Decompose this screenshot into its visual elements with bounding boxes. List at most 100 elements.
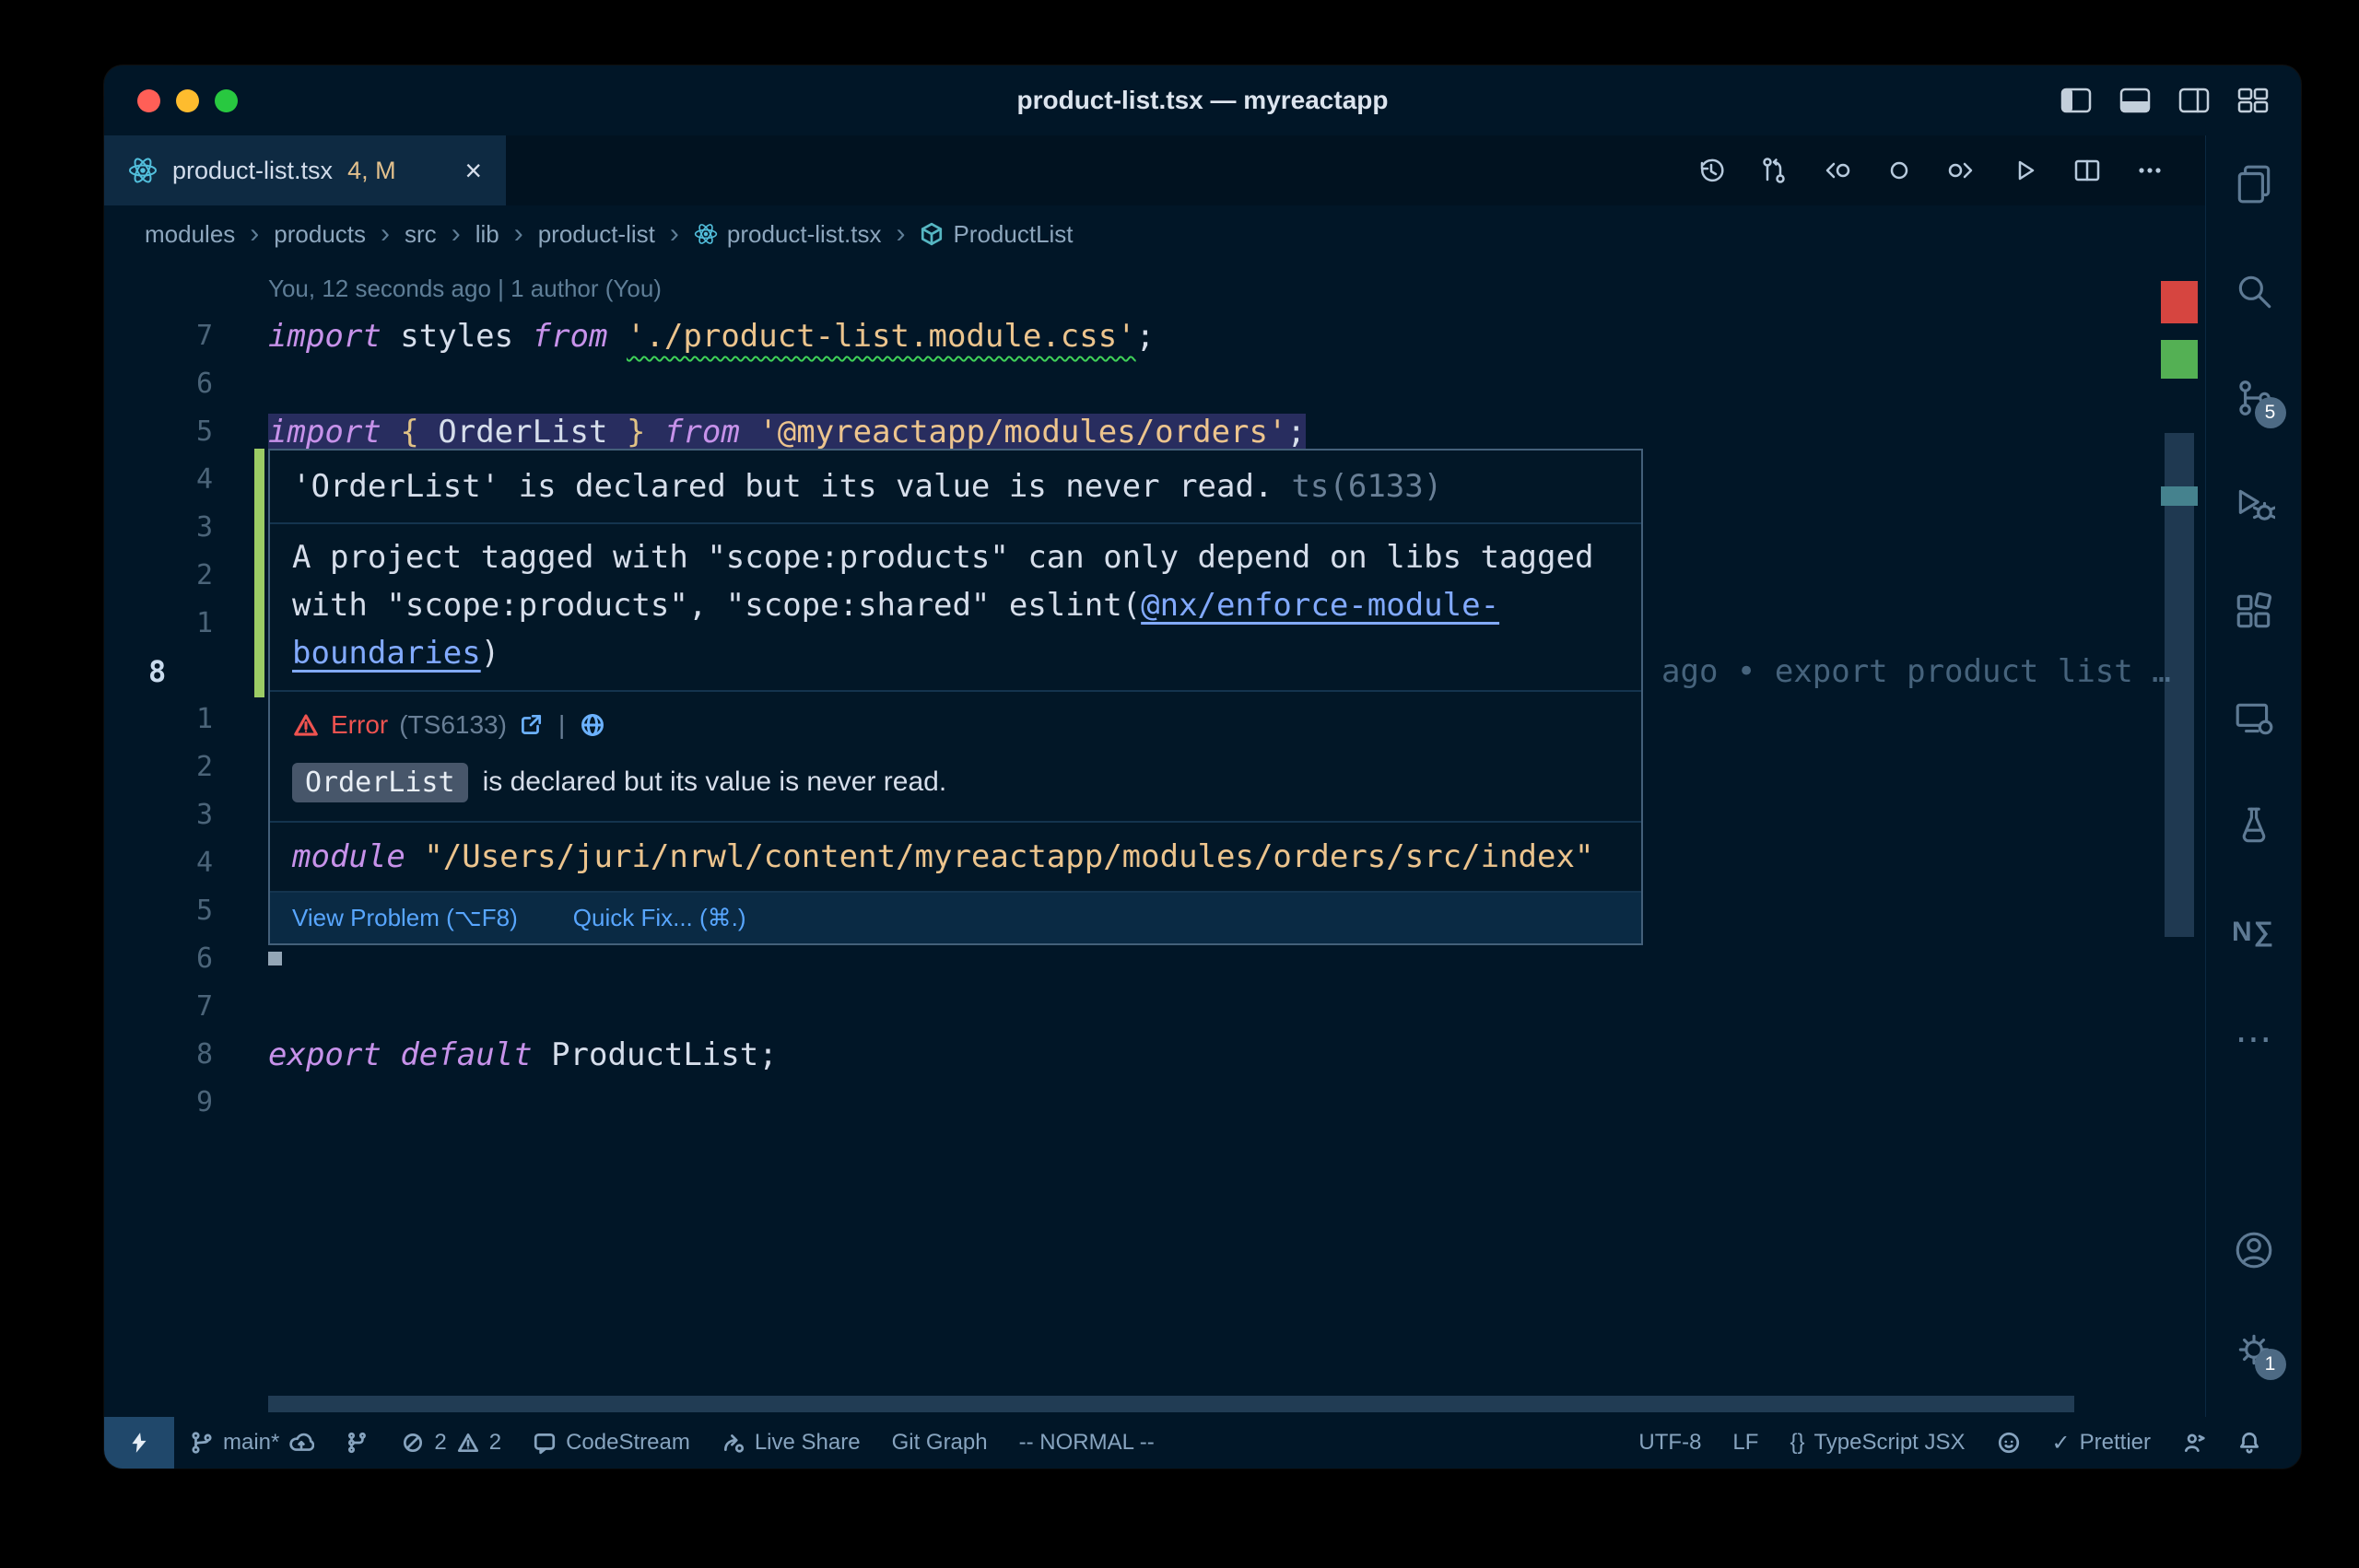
live-share-item[interactable]: Live Share bbox=[706, 1430, 876, 1456]
nx-rule-link[interactable]: @nx/enforce-module- bbox=[1141, 587, 1499, 624]
current-line-number[interactable]: 8 bbox=[141, 648, 213, 696]
breadcrumb-file[interactable]: product-list.tsx bbox=[694, 220, 882, 249]
breadcrumb-product-list[interactable]: product-list bbox=[538, 220, 655, 249]
problems-item[interactable]: 2 2 bbox=[385, 1430, 517, 1456]
eol-label: LF bbox=[1732, 1430, 1758, 1456]
quick-fix-button[interactable]: Quick Fix... (⌘.) bbox=[573, 904, 746, 932]
breadcrumb-symbol[interactable]: ProductList bbox=[920, 220, 1073, 249]
settings-gear-icon[interactable]: 1 bbox=[2231, 1327, 2277, 1373]
notifications-item[interactable] bbox=[2222, 1431, 2277, 1455]
feedback-item[interactable] bbox=[2166, 1431, 2222, 1455]
prettier-item[interactable]: ✓ Prettier bbox=[2036, 1430, 2166, 1457]
extensions-icon[interactable] bbox=[2231, 589, 2277, 635]
git-graph-button[interactable] bbox=[330, 1431, 385, 1455]
code-line-export[interactable]: export default ProductList; bbox=[268, 1031, 2150, 1079]
open-external-icon[interactable] bbox=[518, 712, 544, 738]
run-debug-icon[interactable] bbox=[2231, 482, 2277, 528]
explorer-icon[interactable] bbox=[2231, 161, 2277, 207]
line-number[interactable]: 3 bbox=[141, 791, 213, 839]
breadcrumb-file-label: product-list.tsx bbox=[727, 220, 882, 249]
line-number[interactable]: 2 bbox=[141, 552, 213, 600]
line-number[interactable]: 6 bbox=[141, 360, 213, 408]
more-actions-icon[interactable] bbox=[2135, 156, 2165, 185]
view-problem-button[interactable]: View Problem (⌥F8) bbox=[292, 904, 518, 932]
toggle-sidebar-right-icon[interactable] bbox=[2177, 86, 2211, 115]
remote-indicator[interactable] bbox=[104, 1417, 174, 1469]
search-icon[interactable] bbox=[2231, 268, 2277, 314]
split-editor-icon[interactable] bbox=[2072, 156, 2102, 185]
source-control-icon[interactable]: 5 bbox=[2231, 375, 2277, 421]
git-branch-icon bbox=[190, 1431, 214, 1455]
eslint-close-paren: ) bbox=[481, 635, 499, 672]
breadcrumb-lib[interactable]: lib bbox=[475, 220, 499, 249]
line-number[interactable]: 4 bbox=[141, 456, 213, 504]
codelens-blame[interactable]: You, 12 seconds ago | 1 author (You) bbox=[268, 264, 2150, 312]
window-title: product-list.tsx — myreactapp bbox=[1017, 86, 1389, 115]
line-number[interactable]: 2 bbox=[141, 743, 213, 791]
react-file-icon bbox=[128, 156, 158, 185]
identifier-orderlist: OrderList bbox=[419, 414, 627, 451]
zoom-window-button[interactable] bbox=[215, 89, 238, 112]
codestream-label: CodeStream bbox=[566, 1430, 690, 1456]
eol-item[interactable]: LF bbox=[1717, 1430, 1774, 1456]
toggle-panel-icon[interactable] bbox=[2118, 86, 2152, 115]
nx-console-icon[interactable]: N∑ bbox=[2231, 909, 2277, 955]
line-number[interactable]: 8 bbox=[141, 1031, 213, 1079]
next-change-icon[interactable] bbox=[1947, 156, 1977, 185]
horizontal-scrollbar-thumb[interactable] bbox=[268, 1396, 2074, 1412]
hover-resize-grip[interactable] bbox=[268, 952, 282, 965]
space bbox=[740, 414, 758, 451]
line-number[interactable]: 6 bbox=[141, 935, 213, 983]
tab-product-list[interactable]: product-list.tsx 4, M × bbox=[104, 135, 506, 205]
nx-rule-link-continued[interactable]: boundaries bbox=[292, 635, 481, 672]
chevron-right-icon: › bbox=[670, 218, 679, 250]
line-number[interactable]: 3 bbox=[141, 504, 213, 552]
line-number[interactable]: 7 bbox=[141, 983, 213, 1031]
minimize-window-button[interactable] bbox=[176, 89, 199, 112]
vim-mode-indicator[interactable]: -- NORMAL -- bbox=[1003, 1430, 1170, 1456]
additional-views-icon[interactable]: ⋯ bbox=[2231, 1016, 2277, 1062]
line-number[interactable]: 9 bbox=[141, 1079, 213, 1127]
keyword-from: from bbox=[533, 318, 608, 355]
breadcrumb-modules[interactable]: modules bbox=[145, 220, 235, 249]
github-icon bbox=[1997, 1431, 2021, 1455]
remote-explorer-icon[interactable] bbox=[2231, 696, 2277, 742]
codestream-item[interactable]: CodeStream bbox=[517, 1430, 706, 1456]
chevron-right-icon: › bbox=[896, 218, 905, 250]
github-item[interactable] bbox=[1981, 1431, 2036, 1455]
line-number[interactable]: 7 bbox=[141, 312, 213, 360]
tab-close-icon[interactable]: × bbox=[464, 156, 482, 185]
vertical-scrollbar[interactable] bbox=[2165, 433, 2194, 937]
breadcrumb-src[interactable]: src bbox=[405, 220, 437, 249]
symbol-badge: OrderList bbox=[292, 763, 468, 802]
encoding-item[interactable]: UTF-8 bbox=[1623, 1430, 1717, 1456]
close-window-button[interactable] bbox=[137, 89, 160, 112]
code-editor[interactable]: 7 6 5 4 3 2 1 8 1 2 3 4 5 6 7 8 9 You, 1… bbox=[104, 263, 2205, 1417]
previous-change-icon[interactable] bbox=[1822, 156, 1851, 185]
timeline-history-icon[interactable] bbox=[1696, 156, 1726, 185]
line-number[interactable]: 4 bbox=[141, 839, 213, 887]
code-line-import-styles[interactable]: import styles from './product-list.modul… bbox=[268, 312, 2150, 360]
run-file-icon[interactable] bbox=[2010, 156, 2039, 185]
customize-layout-icon[interactable] bbox=[2236, 86, 2270, 115]
brace-close: } bbox=[627, 414, 645, 451]
language-mode-item[interactable]: {} TypeScript JSX bbox=[1774, 1430, 1980, 1456]
toggle-sidebar-left-icon[interactable] bbox=[2060, 86, 2093, 115]
breadcrumb-products[interactable]: products bbox=[274, 220, 366, 249]
open-changes-icon[interactable] bbox=[1884, 156, 1914, 185]
vim-mode-label: -- NORMAL -- bbox=[1019, 1430, 1155, 1456]
git-compare-icon[interactable] bbox=[1759, 156, 1789, 185]
ellipsis-glyph: ⋯ bbox=[2236, 1018, 2272, 1060]
accounts-icon[interactable] bbox=[2231, 1227, 2277, 1273]
git-graph-label-item[interactable]: Git Graph bbox=[876, 1430, 1003, 1456]
line-number[interactable]: 5 bbox=[141, 408, 213, 456]
line-number[interactable]: 1 bbox=[141, 600, 213, 648]
git-branch-item[interactable]: main* bbox=[174, 1430, 330, 1456]
globe-icon[interactable] bbox=[580, 712, 605, 738]
error-detail-section: Error(TS6133) | OrderList is declared bu… bbox=[270, 690, 1641, 821]
line-number[interactable]: 1 bbox=[141, 696, 213, 743]
testing-flask-icon[interactable] bbox=[2231, 802, 2277, 848]
horizontal-scrollbar[interactable] bbox=[268, 1396, 2074, 1412]
line-number[interactable]: 5 bbox=[141, 887, 213, 935]
statusbar-right: UTF-8 LF {} TypeScript JSX ✓ Prettier bbox=[1623, 1430, 2301, 1457]
